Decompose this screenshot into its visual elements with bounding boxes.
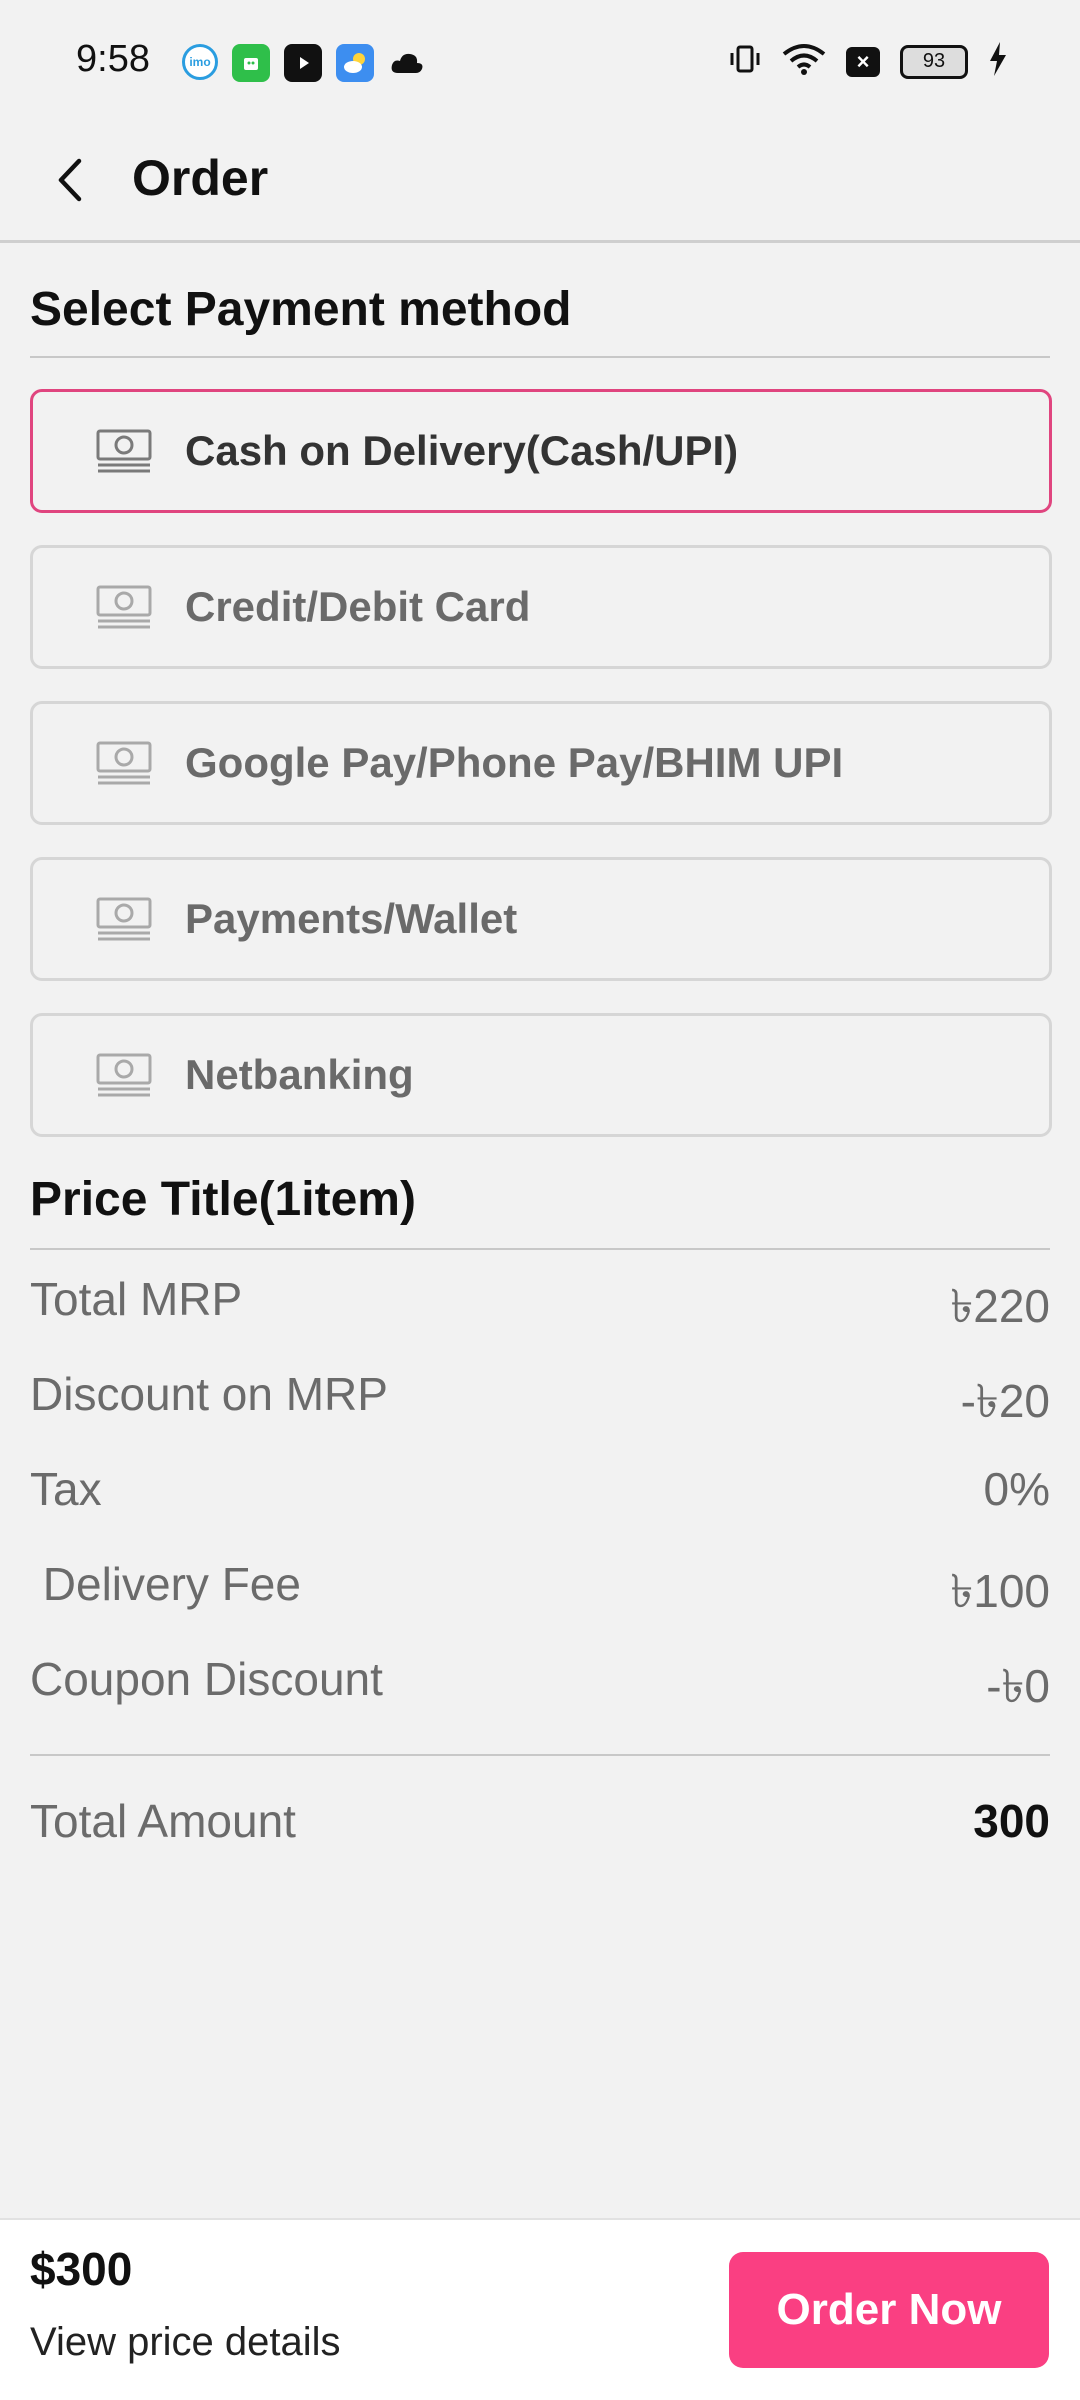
- bottom-bar: $300 View price details Order Now: [0, 2218, 1080, 2400]
- payment-section-title: Select Payment method: [30, 283, 572, 336]
- payment-option-upi[interactable]: Google Pay/Phone Pay/BHIM UPI: [30, 701, 1052, 825]
- weather-icon: [336, 44, 374, 82]
- order-screen: 9:58 imo × 93 Order Select Payment metho…: [0, 0, 1080, 2400]
- cash-icon: [96, 897, 152, 941]
- back-arrow-icon: [58, 158, 82, 202]
- charging-icon: [988, 42, 1008, 81]
- notification-icons: imo: [182, 44, 426, 82]
- payment-option-wallet[interactable]: Payments/Wallet: [30, 857, 1052, 981]
- price-row-coupon: Coupon Discount -৳0: [30, 1652, 1050, 1722]
- cash-icon: [96, 1053, 152, 1097]
- system-icons: × 93: [728, 42, 1008, 81]
- payment-option-cash-on-delivery[interactable]: Cash on Delivery(Cash/UPI): [30, 389, 1052, 513]
- payment-option-card[interactable]: Credit/Debit Card: [30, 545, 1052, 669]
- payment-option-netbanking[interactable]: Netbanking: [30, 1013, 1052, 1137]
- total-amount-label: Total Amount: [30, 1795, 296, 1847]
- price-row-value: 0%: [983, 1463, 1050, 1515]
- total-amount-value: 300: [973, 1795, 1050, 1847]
- back-button[interactable]: [40, 140, 100, 220]
- vibrate-icon: [728, 42, 762, 81]
- status-time: 9:58: [76, 38, 150, 80]
- payment-option-label: Cash on Delivery(Cash/UPI): [185, 427, 739, 474]
- order-now-button[interactable]: Order Now: [729, 2252, 1049, 2368]
- price-row-total-amount: Total Amount 300: [30, 1794, 1050, 1864]
- app-header: Order: [0, 120, 1080, 243]
- price-row-label: Delivery Fee: [30, 1558, 301, 1610]
- price-row-label: Total MRP: [30, 1273, 243, 1325]
- price-row-value: ৳220: [950, 1280, 1050, 1332]
- view-price-details-link[interactable]: View price details: [30, 2320, 341, 2365]
- payment-option-label: Google Pay/Phone Pay/BHIM UPI: [185, 739, 844, 786]
- bottom-total-price: $300: [30, 2243, 133, 2295]
- payment-option-label: Payments/Wallet: [185, 895, 518, 942]
- cash-icon: [96, 429, 152, 473]
- price-row-delivery-fee: Delivery Fee ৳100: [30, 1557, 1050, 1627]
- price-row-label: Coupon Discount: [30, 1653, 383, 1705]
- price-row-value: -৳0: [986, 1660, 1050, 1712]
- payment-option-label: Credit/Debit Card: [185, 583, 531, 630]
- payment-divider: [30, 356, 1050, 358]
- price-row-value: ৳100: [950, 1565, 1050, 1617]
- price-section-title: Price Title(1item): [30, 1173, 416, 1226]
- app-green-icon: [232, 44, 270, 82]
- price-row-tax: Tax 0%: [30, 1462, 1050, 1532]
- payment-option-label: Netbanking: [185, 1051, 414, 1098]
- imo-icon: imo: [182, 44, 218, 80]
- cloud-icon: [388, 44, 426, 82]
- wifi-icon: [782, 42, 826, 81]
- cash-icon: [96, 585, 152, 629]
- price-row-total-mrp: Total MRP ৳220: [30, 1272, 1050, 1342]
- page-title: Order: [132, 150, 269, 206]
- total-divider: [30, 1754, 1050, 1756]
- price-row-discount: Discount on MRP -৳20: [30, 1367, 1050, 1437]
- price-row-label: Discount on MRP: [30, 1368, 388, 1420]
- cash-icon: [96, 741, 152, 785]
- youtube-icon: [284, 44, 322, 82]
- price-row-value: -৳20: [960, 1375, 1050, 1427]
- price-row-label: Tax: [30, 1463, 102, 1515]
- battery-icon: 93: [900, 44, 968, 79]
- price-divider: [30, 1248, 1050, 1250]
- no-sim-icon: ×: [846, 46, 880, 77]
- status-bar: 9:58 imo × 93: [0, 0, 1080, 120]
